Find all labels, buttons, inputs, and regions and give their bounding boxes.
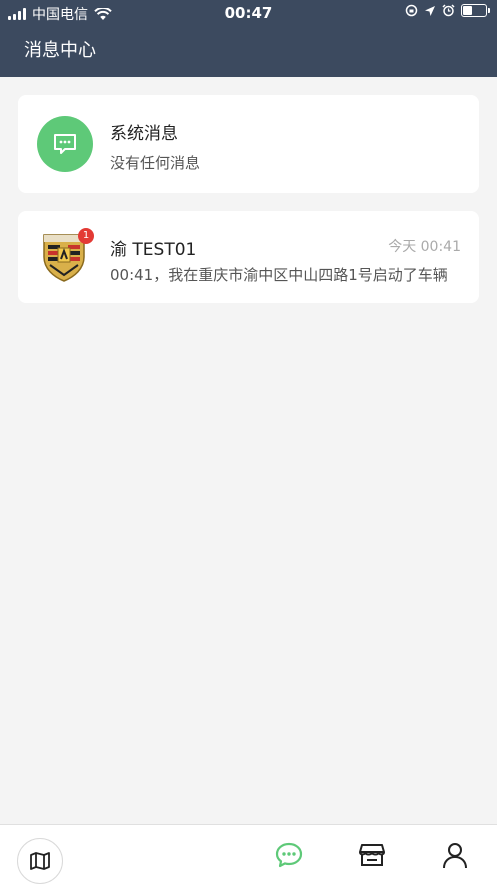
tab-profile[interactable] xyxy=(437,837,473,873)
unread-badge: 1 xyxy=(78,228,94,244)
vehicle-message-title: 渝 TEST01 xyxy=(110,240,197,260)
user-icon xyxy=(443,843,467,869)
tab-store[interactable] xyxy=(354,837,390,873)
chat-bubble-icon xyxy=(54,134,76,154)
battery-icon xyxy=(461,4,490,17)
store-icon xyxy=(359,844,385,866)
status-bar: 中国电信 00:47 xyxy=(0,0,497,26)
system-message-card[interactable]: 系统消息 没有任何消息 xyxy=(18,95,479,193)
vehicle-message-time: 今天 00:41 xyxy=(388,239,461,255)
bottom-tab-bar xyxy=(0,824,497,884)
alarm-icon xyxy=(442,4,455,17)
message-icon xyxy=(275,842,303,868)
system-message-avatar xyxy=(37,116,93,172)
location-arrow-icon xyxy=(425,5,435,16)
tab-messages[interactable] xyxy=(271,837,307,873)
rotation-lock-icon xyxy=(405,4,418,17)
map-icon xyxy=(30,852,50,870)
page-title: 消息中心 xyxy=(24,40,96,61)
system-message-title: 系统消息 xyxy=(110,124,178,144)
vehicle-message-preview: 00:41，我在重庆市渝中区中山四路1号启动了车辆 xyxy=(110,266,448,284)
app-header: 中国电信 00:47 消息中心 xyxy=(0,0,497,77)
vehicle-message-card[interactable]: 1 渝 TEST01 今天 00:41 00:41，我在重庆市渝中区中山四路1号… xyxy=(18,211,479,303)
status-right xyxy=(405,4,490,17)
tab-map[interactable] xyxy=(17,838,63,884)
system-message-subtitle: 没有任何消息 xyxy=(110,154,201,172)
